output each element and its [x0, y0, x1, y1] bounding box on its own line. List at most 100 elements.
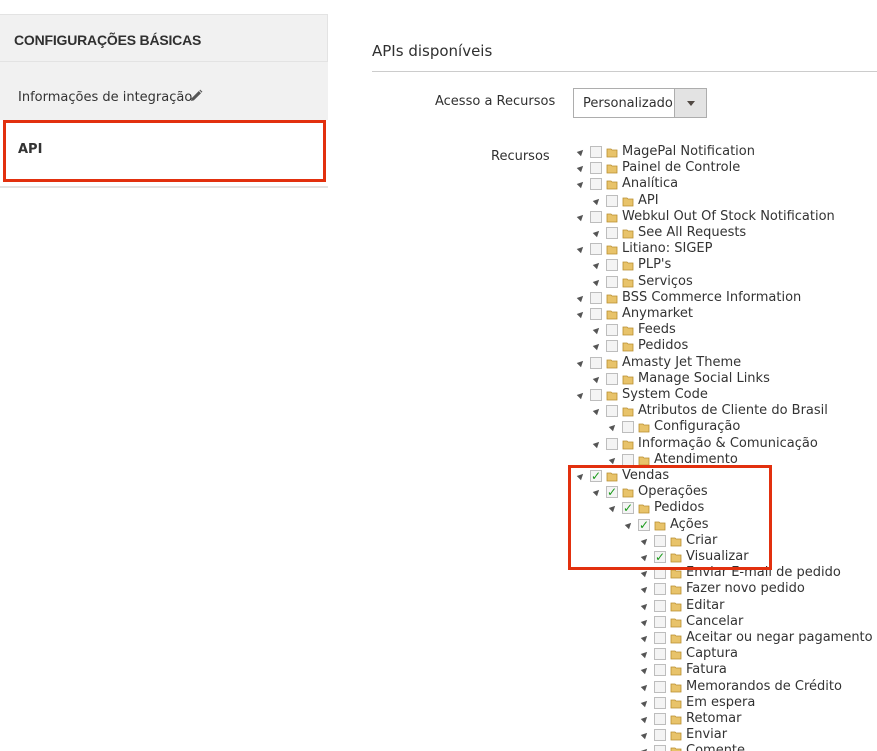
expand-arrow-icon[interactable] — [640, 585, 650, 594]
tree-node-label: Configuração — [654, 419, 741, 435]
tree-node-label: Editar — [686, 597, 725, 613]
tree-checkbox[interactable] — [654, 583, 666, 596]
tree-checkbox[interactable] — [590, 146, 602, 158]
folder-icon — [622, 326, 634, 336]
tree-node-label: Serviços — [638, 273, 693, 289]
folder-icon — [622, 197, 634, 206]
expand-arrow-icon[interactable] — [592, 406, 602, 416]
tree-checkbox[interactable] — [606, 324, 618, 337]
tree-node-label: Painel de Controle — [622, 160, 741, 176]
expand-arrow-icon[interactable] — [640, 617, 650, 627]
tree-node-label: System Code — [622, 387, 708, 402]
expand-arrow-icon[interactable] — [592, 228, 602, 238]
tree-checkbox[interactable] — [606, 437, 618, 450]
expand-arrow-icon[interactable] — [592, 342, 602, 351]
annotation-highlight — [568, 465, 772, 570]
tree-checkbox[interactable] — [590, 243, 602, 256]
tree-node-label: BSS Commerce Information — [622, 289, 802, 305]
tree-node-label: Memorandos de Crédito — [686, 678, 842, 694]
tree-checkbox[interactable] — [654, 664, 666, 677]
expand-arrow-icon[interactable] — [576, 212, 586, 222]
tree-node-label: Aceitar ou negar pagamento — [686, 630, 873, 645]
tree-checkbox[interactable] — [654, 729, 666, 742]
folder-icon — [670, 585, 682, 595]
expand-arrow-icon[interactable] — [576, 293, 586, 303]
expand-arrow-icon[interactable] — [592, 439, 602, 448]
tree-checkbox[interactable] — [654, 599, 666, 612]
tree-checkbox[interactable] — [606, 194, 618, 207]
expand-arrow-icon[interactable] — [576, 147, 586, 157]
tree-node-label: MagePal Notification — [622, 144, 755, 159]
folder-icon — [606, 245, 618, 255]
tree-checkbox[interactable] — [606, 227, 618, 239]
folder-icon — [670, 650, 682, 660]
tree-checkbox[interactable] — [606, 259, 618, 272]
tree-checkbox[interactable] — [606, 372, 618, 385]
tree-node-label: Fazer novo pedido — [686, 581, 805, 597]
folder-icon — [606, 359, 618, 368]
tree-checkbox[interactable] — [622, 421, 634, 434]
resource-tree: MagePal Notification Painel de Controle An… — [0, 0, 877, 751]
tree-checkbox[interactable] — [590, 356, 602, 369]
expand-arrow-icon[interactable] — [640, 666, 650, 675]
tree-checkbox[interactable] — [590, 291, 602, 304]
tree-checkbox[interactable] — [606, 405, 618, 418]
expand-arrow-icon[interactable] — [640, 730, 650, 740]
expand-arrow-icon[interactable] — [576, 390, 586, 400]
expand-arrow-icon[interactable] — [576, 358, 586, 367]
folder-icon — [670, 618, 682, 628]
tree-node-label: See All Requests — [638, 225, 747, 240]
folder-icon — [606, 180, 618, 190]
expand-arrow-icon[interactable] — [640, 633, 650, 643]
folder-icon — [670, 747, 682, 751]
folder-icon — [622, 407, 634, 417]
expand-arrow-icon[interactable] — [592, 277, 602, 286]
tree-checkbox[interactable] — [606, 340, 618, 353]
expand-arrow-icon[interactable] — [640, 601, 650, 610]
expand-arrow-icon[interactable] — [640, 747, 650, 751]
expand-arrow-icon[interactable] — [640, 698, 650, 708]
tree-node-label: PLP's — [638, 257, 672, 273]
tree-node-label: Fatura — [686, 662, 727, 678]
expand-arrow-icon[interactable] — [640, 682, 650, 691]
tree-checkbox[interactable] — [622, 453, 634, 466]
folder-icon — [670, 683, 682, 692]
expand-arrow-icon[interactable] — [576, 180, 586, 189]
tree-node-label: Comente — [686, 743, 746, 751]
folder-icon — [622, 440, 634, 449]
expand-arrow-icon[interactable] — [608, 455, 618, 465]
folder-icon — [606, 164, 618, 174]
tree-checkbox[interactable] — [654, 615, 666, 628]
tree-node-label: Informação & Comunicação — [638, 435, 818, 451]
folder-icon — [622, 229, 634, 239]
expand-arrow-icon[interactable] — [640, 568, 650, 578]
expand-arrow-icon[interactable] — [592, 261, 602, 270]
expand-arrow-icon[interactable] — [640, 649, 650, 659]
tree-checkbox[interactable] — [590, 308, 602, 320]
expand-arrow-icon[interactable] — [576, 163, 586, 173]
tree-checkbox[interactable] — [654, 745, 666, 751]
expand-arrow-icon[interactable] — [576, 244, 586, 254]
tree-checkbox[interactable] — [654, 713, 666, 725]
tree-checkbox[interactable] — [590, 178, 602, 191]
expand-arrow-icon[interactable] — [576, 309, 586, 319]
expand-arrow-icon[interactable] — [592, 196, 602, 205]
tree-checkbox[interactable] — [606, 275, 618, 288]
tree-checkbox[interactable] — [590, 162, 602, 175]
expand-arrow-icon[interactable] — [608, 423, 618, 432]
expand-arrow-icon[interactable] — [592, 325, 602, 335]
tree-node-label: Cancelar — [686, 613, 744, 629]
tree-checkbox[interactable] — [654, 680, 666, 693]
expand-arrow-icon[interactable] — [640, 714, 650, 724]
tree-checkbox[interactable] — [590, 389, 602, 401]
folder-icon — [606, 391, 618, 401]
tree-checkbox[interactable] — [654, 696, 666, 709]
folder-icon — [670, 634, 682, 644]
expand-arrow-icon[interactable] — [592, 374, 602, 384]
tree-checkbox[interactable] — [654, 648, 666, 661]
tree-node-label: Amasty Jet Theme — [622, 354, 742, 370]
tree-node-label: Webkul Out Of Stock Notification — [622, 208, 835, 224]
tree-node-label: Analítica — [622, 176, 679, 192]
tree-checkbox[interactable] — [654, 632, 666, 644]
tree-checkbox[interactable] — [590, 210, 602, 223]
